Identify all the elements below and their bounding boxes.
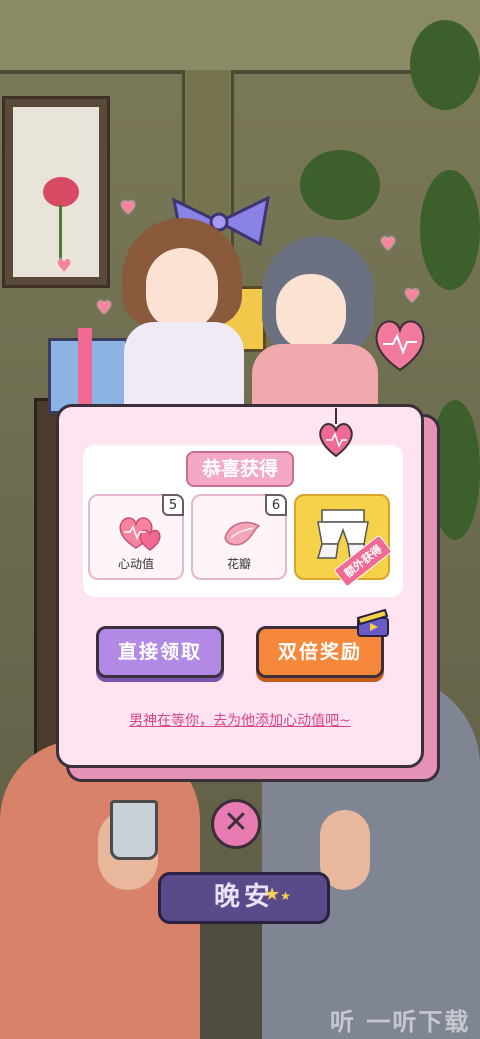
reward-count: 5 xyxy=(162,494,184,516)
reward-label: 花瓣 xyxy=(226,557,251,571)
reward-count: 6 xyxy=(265,494,287,516)
goodnight-button[interactable]: 晚安 xyxy=(158,872,330,924)
video-clapper-icon xyxy=(356,608,389,637)
ceiling xyxy=(0,0,480,74)
petal-icon xyxy=(224,521,261,546)
heart-icon: ♥ xyxy=(120,198,137,219)
hearts-icon xyxy=(119,517,161,551)
stars-icon: ★★ xyxy=(264,884,291,905)
reward-card-heart-value: 5 心动值 xyxy=(88,494,184,580)
close-icon: ✕ xyxy=(223,805,249,840)
reward-title: 恭喜获得 xyxy=(186,451,294,487)
reward-card-petal: 6 花瓣 xyxy=(191,494,287,580)
reward-card-outfit: 额外获得 xyxy=(294,494,393,588)
rose-flower xyxy=(43,177,79,207)
reward-label: 心动值 xyxy=(117,557,154,571)
heart-icon: ♥ xyxy=(56,256,73,277)
close-button[interactable]: ✕ xyxy=(211,799,261,849)
heart-icon: ♥ xyxy=(404,286,421,307)
plant-leaves xyxy=(300,150,380,220)
watermark: 听 一听下载 xyxy=(330,1008,471,1036)
hanging-heart-icon xyxy=(319,408,353,458)
claim-directly-button[interactable]: 直接领取 xyxy=(96,626,224,678)
heart-icon: ♥ xyxy=(380,234,397,255)
hint-link[interactable]: 男神在等你，去为他添加心动值吧~ xyxy=(56,710,424,730)
heart-icon: ♥ xyxy=(96,298,113,319)
heartbeat-heart-icon xyxy=(375,320,425,372)
cup-icon xyxy=(110,800,158,860)
